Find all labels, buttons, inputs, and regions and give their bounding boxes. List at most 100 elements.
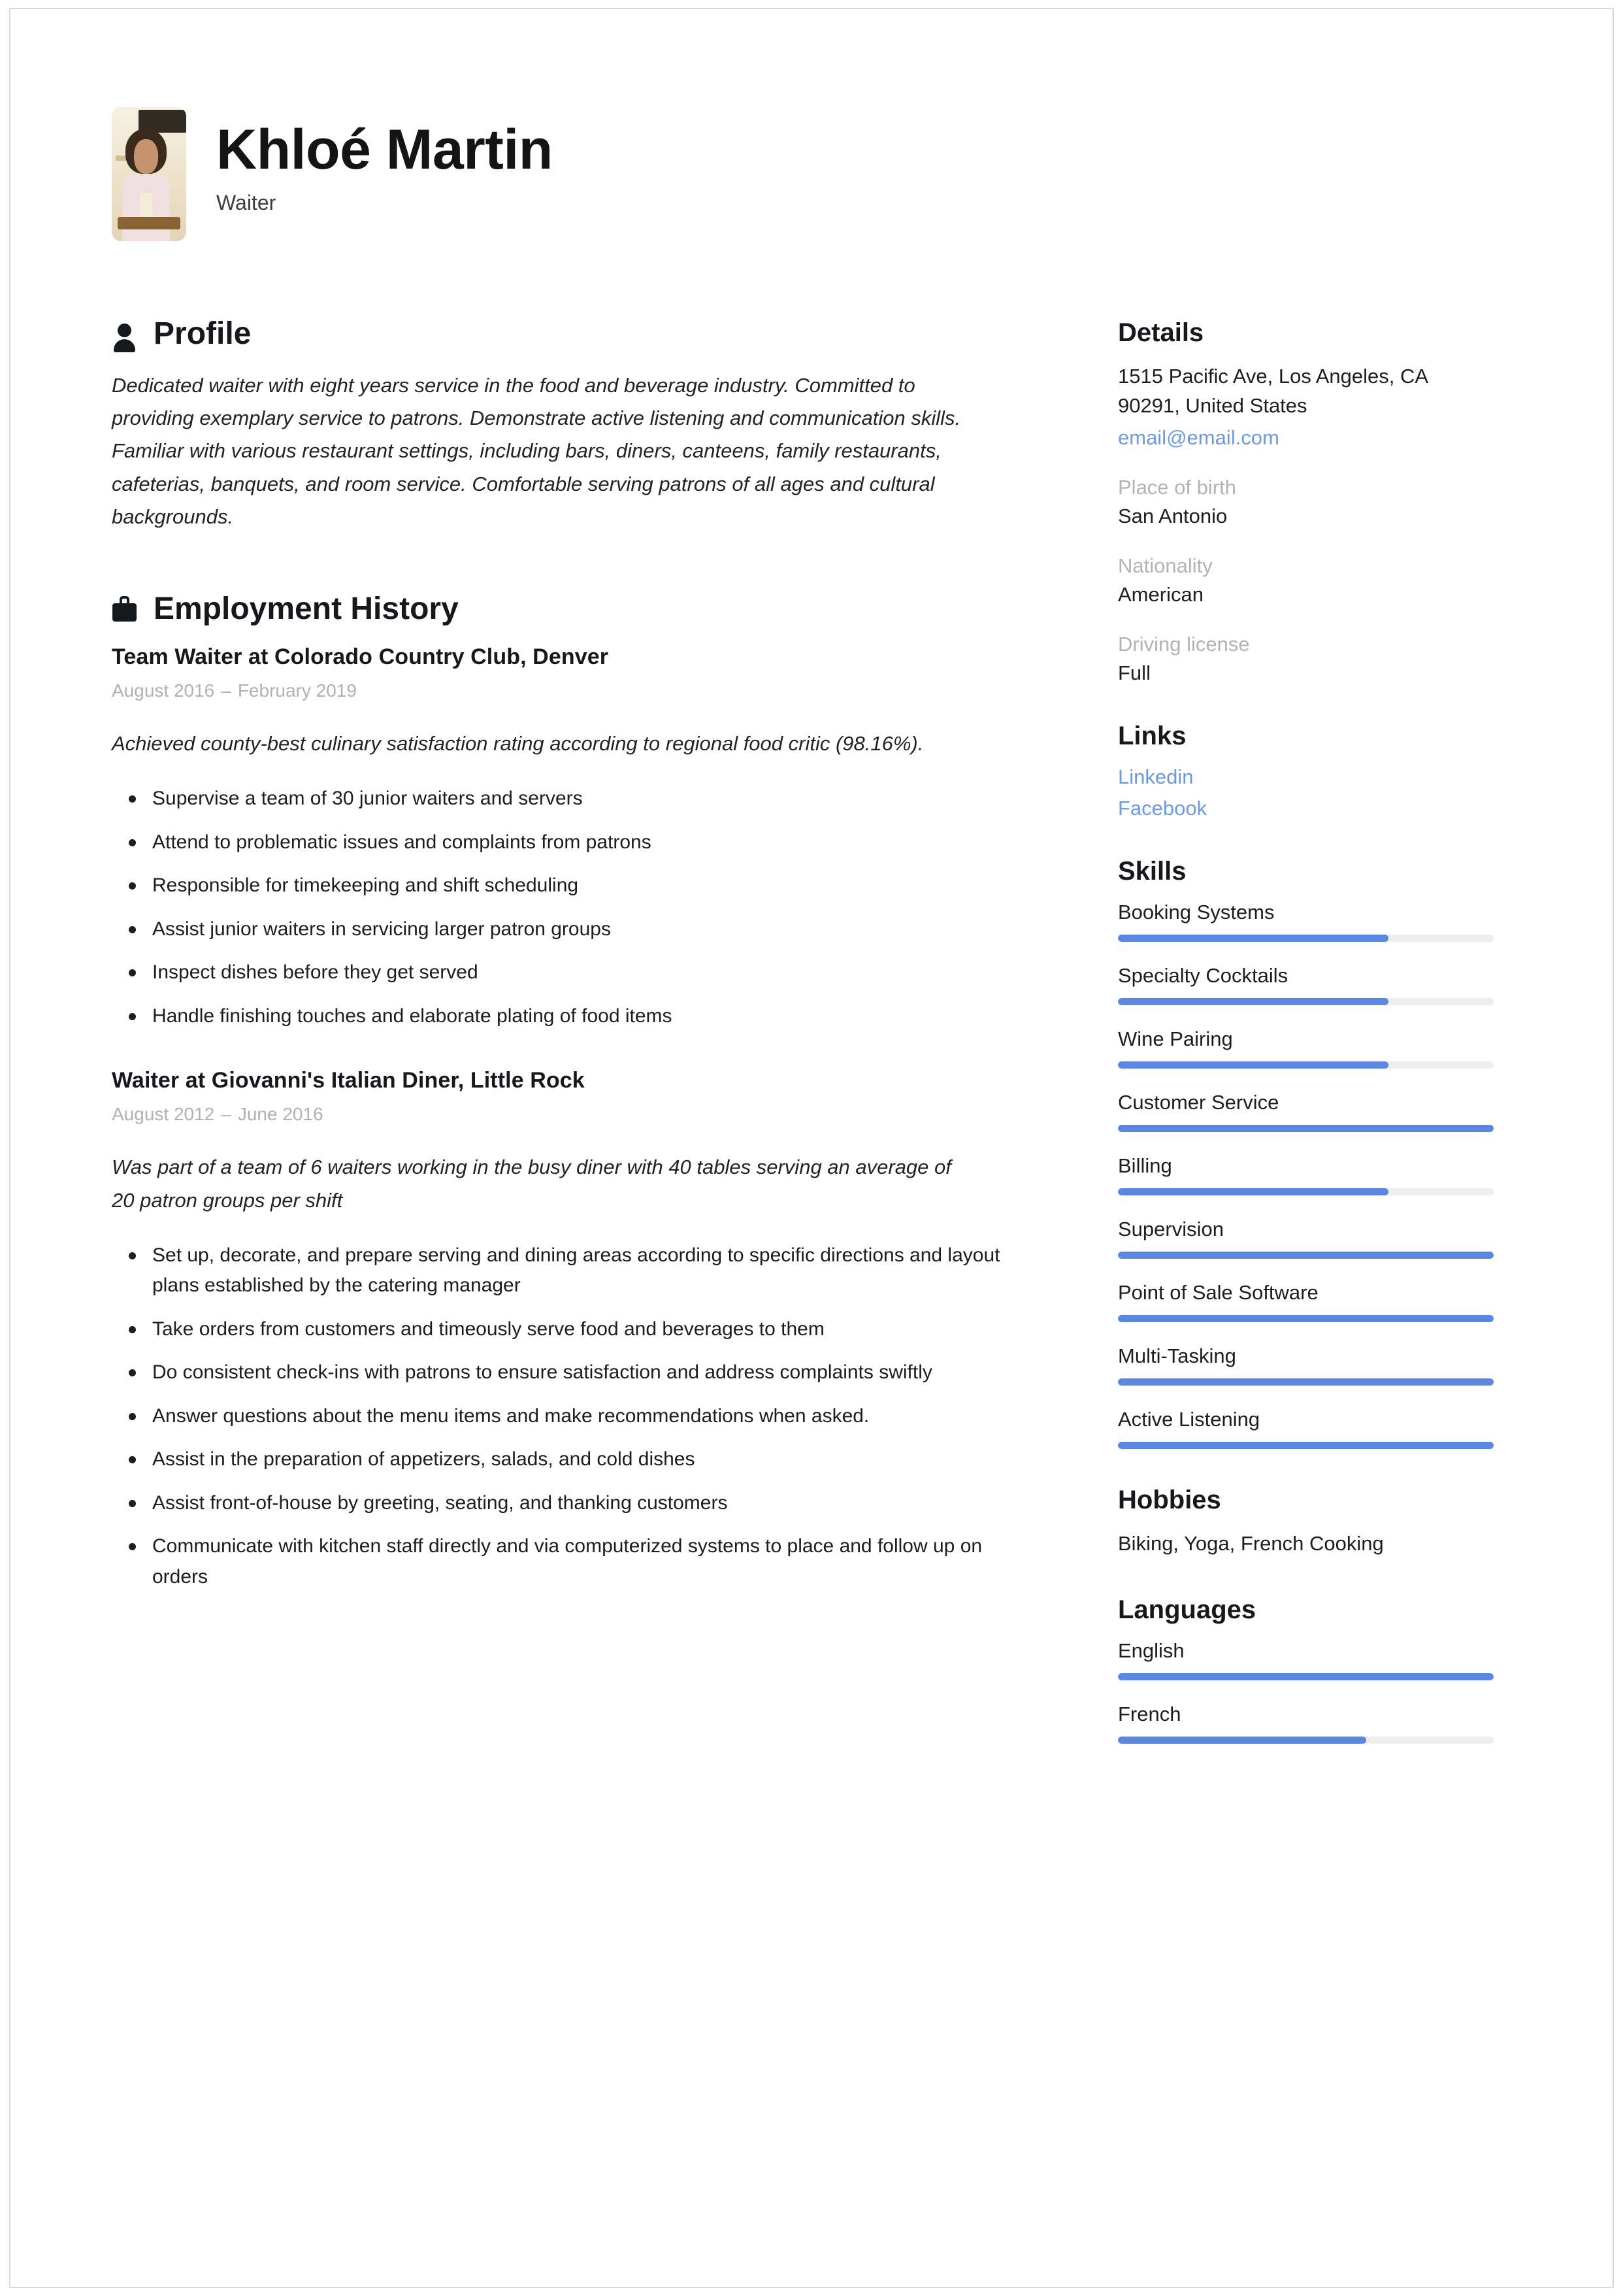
profile-photo (112, 107, 186, 241)
person-icon (112, 320, 137, 352)
job-role: Team Waiter at Colorado Country Club, De… (112, 644, 609, 670)
resume-header: Khloé Martin Waiter (112, 107, 1523, 241)
details-heading: Details (1118, 318, 1204, 347)
skill-bar-fill (1118, 934, 1388, 942)
employment-entry: Waiter at Giovanni's Italian Diner, Litt… (112, 1068, 1033, 1592)
job-dates: August 2016– February 2019 (112, 680, 1033, 701)
job-bullet: Take orders from customers and timeously… (112, 1314, 1013, 1345)
skill-bar-track (1118, 1314, 1494, 1322)
job-start-date: August 2016 (112, 680, 215, 701)
language-label: French (1118, 1702, 1181, 1725)
skill-label: Supervision (1118, 1217, 1224, 1240)
address-line-2: 90291, United States (1118, 393, 1307, 417)
link-facebook[interactable]: Facebook (1118, 797, 1497, 820)
details-block: Details 1515 Pacific Ave, Los Angeles, C… (1118, 318, 1497, 685)
languages-heading: Languages (1118, 1595, 1256, 1624)
job-bullet: Supervise a team of 30 junior waiters an… (112, 784, 1013, 814)
skill-label: Specialty Cocktails (1118, 963, 1288, 987)
place-of-birth-value: San Antonio (1118, 504, 1228, 527)
job-bullet: Assist front-of-house by greeting, seati… (112, 1488, 1013, 1519)
skill-label: Active Listening (1118, 1407, 1260, 1431)
links-heading: Links (1118, 721, 1187, 750)
email-link[interactable]: email@email.com (1118, 426, 1279, 450)
language-bar-track (1118, 1736, 1494, 1744)
job-bullet: Communicate with kitchen staff directly … (112, 1531, 1013, 1592)
skill-bar-track (1118, 1378, 1494, 1386)
employment-entry: Team Waiter at Colorado Country Club, De… (112, 644, 1033, 1031)
skill-bar-fill (1118, 1188, 1388, 1195)
link-linkedin[interactable]: Linkedin (1118, 765, 1497, 789)
skills-heading: Skills (1118, 856, 1187, 886)
skill-item: Active Listening (1118, 1408, 1497, 1449)
job-bullet: Responsible for timekeeping and shift sc… (112, 871, 1013, 901)
profile-text: Dedicated waiter with eight years servic… (112, 374, 961, 528)
skill-bar-fill (1118, 1314, 1494, 1322)
skill-item: Point of Sale Software (1118, 1281, 1497, 1322)
job-bullet: Inspect dishes before they get served (112, 957, 1013, 988)
job-dates: August 2012– June 2016 (112, 1104, 1033, 1125)
job-bullet: Handle finishing touches and elaborate p… (112, 1001, 1013, 1032)
language-bar-fill (1118, 1672, 1494, 1680)
language-item: French (1118, 1703, 1497, 1744)
main-column: Profile Dedicated waiter with eight year… (112, 318, 1033, 1605)
profile-heading: Profile (154, 316, 252, 351)
skill-label: Multi-Tasking (1118, 1344, 1236, 1367)
job-end-date: June 2016 (237, 1104, 323, 1125)
skill-bar-track (1118, 1124, 1494, 1132)
profile-section-header: Profile (112, 316, 1033, 352)
job-summary: Was part of a team of 6 waiters working … (112, 1156, 951, 1212)
skill-label: Wine Pairing (1118, 1027, 1233, 1050)
skill-item: Specialty Cocktails (1118, 964, 1497, 1005)
photo-face (134, 139, 158, 175)
job-bullet-list: Supervise a team of 30 junior waiters an… (112, 784, 1033, 1031)
job-summary: Achieved county-best culinary satisfacti… (112, 732, 924, 756)
skill-label: Billing (1118, 1154, 1172, 1177)
skill-bar-track (1118, 997, 1494, 1005)
address-line-1: 1515 Pacific Ave, Los Angeles, CA (1118, 365, 1429, 388)
job-bullet: Assist junior waiters in servicing large… (112, 914, 1013, 945)
photo-tray (118, 217, 180, 229)
language-label: English (1118, 1639, 1185, 1662)
job-bullet: Assist in the preparation of appetizers,… (112, 1444, 1013, 1475)
language-bar-fill (1118, 1736, 1366, 1744)
job-bullet: Set up, decorate, and prepare serving an… (112, 1240, 1013, 1301)
hobbies-block: Hobbies Biking, Yoga, French Cooking (1118, 1486, 1497, 1559)
job-bullet: Do consistent check-ins with patrons to … (112, 1357, 1013, 1388)
job-role: Waiter at Giovanni's Italian Diner, Litt… (112, 1068, 585, 1093)
candidate-job-title: Waiter (216, 191, 276, 214)
skill-bar-fill (1118, 1061, 1388, 1069)
place-of-birth-label: Place of birth (1118, 475, 1236, 499)
skill-label: Customer Service (1118, 1090, 1279, 1114)
skill-bar-track (1118, 1188, 1494, 1195)
nationality-value: American (1118, 582, 1204, 606)
job-bullet: Attend to problematic issues and complai… (112, 827, 1013, 858)
skill-label: Point of Sale Software (1118, 1280, 1319, 1304)
date-dash: – (221, 680, 231, 701)
skills-block: Skills Booking Systems Specialty Cocktai… (1118, 857, 1497, 1449)
candidate-name: Khloé Martin (216, 118, 553, 181)
hobbies-text: Biking, Yoga, French Cooking (1118, 1531, 1384, 1555)
skill-bar-fill (1118, 997, 1388, 1005)
sidebar: Details 1515 Pacific Ave, Los Angeles, C… (1118, 318, 1497, 1780)
skill-item: Customer Service (1118, 1091, 1497, 1132)
languages-block: Languages English French (1118, 1595, 1497, 1744)
hobbies-heading: Hobbies (1118, 1485, 1221, 1514)
skill-bar-track (1118, 934, 1494, 942)
skill-label: Booking Systems (1118, 900, 1275, 923)
job-bullet: Answer questions about the menu items an… (112, 1401, 1013, 1432)
skill-bar-fill (1118, 1378, 1494, 1386)
skill-bar-track (1118, 1061, 1494, 1069)
employment-heading: Employment History (154, 591, 459, 627)
skill-item: Booking Systems (1118, 901, 1497, 942)
driving-license-value: Full (1118, 661, 1151, 684)
language-bar-track (1118, 1672, 1494, 1680)
language-item: English (1118, 1639, 1497, 1680)
nationality-label: Nationality (1118, 554, 1213, 577)
skill-item: Billing (1118, 1154, 1497, 1195)
briefcase-icon (112, 595, 137, 624)
skill-bar-track (1118, 1251, 1494, 1259)
date-dash: – (221, 1104, 231, 1125)
job-end-date: February 2019 (237, 680, 357, 701)
employment-section-header: Employment History (112, 593, 1033, 625)
job-bullet-list: Set up, decorate, and prepare serving an… (112, 1240, 1033, 1593)
